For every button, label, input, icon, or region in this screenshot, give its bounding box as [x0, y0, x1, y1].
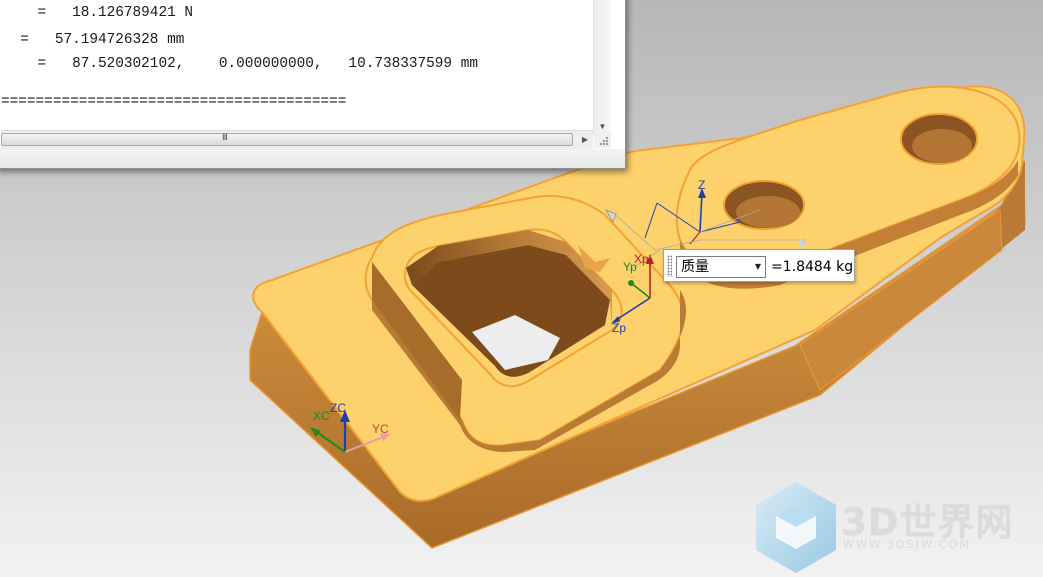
window-frame-bottom	[0, 149, 625, 168]
xc-axis-label: XC	[313, 409, 330, 423]
part-hole-large-bottom	[912, 129, 972, 163]
watermark-url: WWW.3DSJW.COM	[843, 538, 972, 551]
info-line: = 18.126789421 N	[3, 5, 193, 21]
z-axis-label: Z	[698, 178, 705, 192]
part-hole-small-bottom	[736, 196, 800, 228]
info-line: = 57.194726328 mm	[3, 32, 185, 48]
info-separator: ========================================	[1, 94, 347, 110]
zc-axis-label: ZC	[330, 401, 346, 415]
xp-axis-label: Xp	[634, 252, 649, 266]
info-line: = 87.520302102, 0.000000000, 10.73833759…	[3, 56, 478, 72]
information-window[interactable]: = 18.126789421 N = 57.194726328 mm = 87.…	[0, 0, 626, 169]
measure-result-tooltip[interactable]: 质量 ▼ =1.8484 kg	[663, 249, 855, 282]
dropdown-arrow-icon[interactable]: ▼	[755, 257, 761, 277]
yc-axis-label: YC	[372, 422, 389, 436]
property-select-value: 质量	[681, 259, 709, 275]
zp-axis-label: Zp	[612, 321, 626, 335]
horizontal-scroll-thumb[interactable]: III	[1, 133, 573, 146]
mass-value: =1.8484 kg	[771, 259, 854, 275]
horizontal-scrollbar[interactable]: III ▶	[1, 130, 593, 149]
drag-grip-icon[interactable]	[667, 255, 672, 277]
information-text-area[interactable]: = 18.126789421 N = 57.194726328 mm = 87.…	[1, 1, 593, 130]
scroll-right-arrow-icon[interactable]: ▶	[577, 132, 593, 148]
resize-grip-icon[interactable]	[594, 131, 611, 148]
scroll-grip: III	[222, 133, 228, 143]
property-select[interactable]: 质量 ▼	[676, 256, 766, 278]
vertical-scrollbar[interactable]: ▼	[593, 0, 611, 135]
